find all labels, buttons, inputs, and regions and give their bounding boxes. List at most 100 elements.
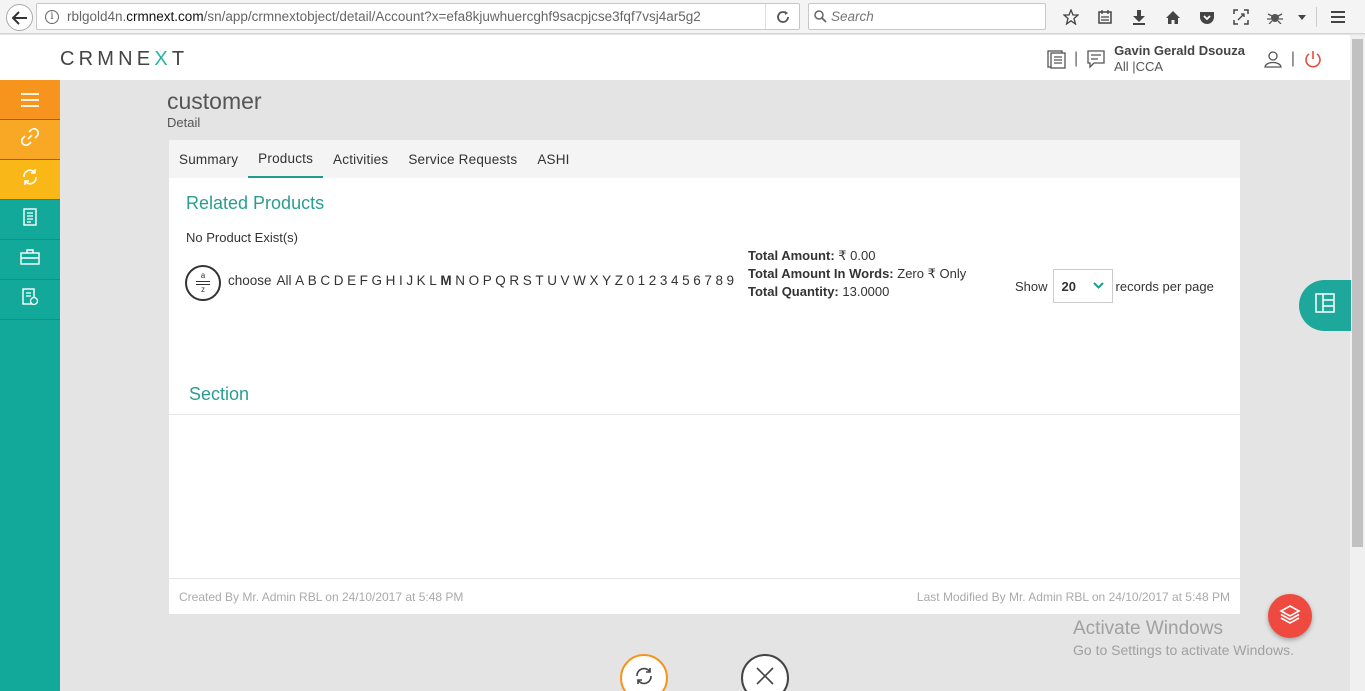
- tab-products[interactable]: Products: [248, 140, 324, 178]
- alphabet-letter-6[interactable]: 6: [693, 273, 701, 288]
- url-text[interactable]: rblgold4n.crmnext.com/sn/app/crmnextobje…: [67, 9, 765, 24]
- alphabet-letter-k[interactable]: K: [417, 273, 426, 288]
- alphabet-letter-8[interactable]: 8: [715, 273, 723, 288]
- alphabet-letter-0[interactable]: 0: [627, 273, 635, 288]
- alphabet-letter-c[interactable]: C: [320, 273, 330, 288]
- alphabet-letter-v[interactable]: V: [561, 273, 570, 288]
- alphabet-letter-x[interactable]: X: [590, 273, 599, 288]
- alphabet-letter-p[interactable]: P: [483, 273, 492, 288]
- alphabet-letter-e[interactable]: E: [347, 273, 356, 288]
- alphabet-letter-b[interactable]: B: [308, 273, 317, 288]
- alphabet-letter-m[interactable]: M: [440, 273, 451, 288]
- sidebar-menu-button[interactable]: [0, 80, 60, 120]
- alphabet-letter-q[interactable]: Q: [495, 273, 506, 288]
- url-bar[interactable]: i rblgold4n.crmnext.com/sn/app/crmnextob…: [36, 3, 800, 30]
- alphabet-letter-f[interactable]: F: [360, 273, 368, 288]
- modified-by: Last Modified By Mr. Admin RBL on 24/10/…: [916, 589, 1230, 604]
- pagination-size: Show 20 records per page: [1015, 269, 1214, 303]
- pocket-icon[interactable]: [1190, 4, 1224, 30]
- hamburger-menu-icon[interactable]: [1321, 4, 1355, 30]
- user-info[interactable]: Gavin Gerald Dsouza All |CCA: [1114, 43, 1245, 75]
- alphabet-letter-o[interactable]: O: [469, 273, 480, 288]
- crmnext-logo[interactable]: CRMNEXT: [60, 48, 188, 71]
- chevron-down-icon[interactable]: [1292, 4, 1312, 30]
- alphabet-letter-d[interactable]: D: [334, 273, 344, 288]
- alphabet-filter: choose All A B C D E F G H I J K L M N O P Q R S T U V W X Y Z 0 1 2 3…: [228, 273, 738, 288]
- page-title: customer: [167, 88, 262, 114]
- alphabet-letter-w[interactable]: W: [573, 273, 586, 288]
- search-icon: [809, 10, 831, 23]
- alphabet-letter-j[interactable]: J: [406, 273, 413, 288]
- extension-bug-icon[interactable]: [1258, 4, 1292, 30]
- scrollbar-thumb[interactable]: [1352, 39, 1363, 547]
- alphabet-letter-h[interactable]: H: [386, 273, 396, 288]
- alphabet-letter-y[interactable]: Y: [602, 273, 611, 288]
- alphabet-letter-i[interactable]: I: [399, 273, 403, 288]
- sidebar-item-links[interactable]: [0, 120, 60, 160]
- total-amount-words: Total Amount In Words: Zero ₹ Only: [748, 266, 967, 281]
- power-icon[interactable]: [1301, 47, 1325, 71]
- alphabet-letter-all[interactable]: All: [277, 273, 292, 288]
- alphabet-letter-4[interactable]: 4: [671, 273, 679, 288]
- briefcase-icon: [20, 249, 40, 270]
- alphabet-letter-1[interactable]: 1: [638, 273, 646, 288]
- alphabet-letter-s[interactable]: S: [523, 273, 532, 288]
- alphabet-letter-t[interactable]: T: [535, 273, 543, 288]
- records-per-page-value: 20: [1061, 278, 1076, 294]
- reading-list-icon[interactable]: [1088, 4, 1122, 30]
- alphabet-letter-u[interactable]: U: [547, 273, 557, 288]
- layout-panel-icon: [1315, 293, 1335, 318]
- close-button[interactable]: [741, 654, 789, 691]
- alphabet-letter-9[interactable]: 9: [727, 273, 735, 288]
- report-icon: [21, 288, 39, 311]
- records-per-page-select[interactable]: 20: [1052, 269, 1113, 303]
- alphabet-letter-7[interactable]: 7: [704, 273, 712, 288]
- tab-summary[interactable]: Summary: [169, 140, 248, 178]
- record-footer: Created By Mr. Admin RBL on 24/10/2017 a…: [169, 578, 1240, 614]
- screenshot-icon[interactable]: [1224, 4, 1258, 30]
- choose-label: choose: [228, 273, 272, 288]
- document-icon: [22, 208, 38, 231]
- total-amount: Total Amount: ₹ 0.00: [748, 248, 876, 263]
- alphabet-letter-l[interactable]: L: [429, 273, 437, 288]
- alphabet-letter-n[interactable]: N: [455, 273, 465, 288]
- notes-icon[interactable]: [1044, 47, 1068, 71]
- created-by: Created By Mr. Admin RBL on 24/10/2017 a…: [179, 589, 464, 604]
- info-icon[interactable]: i: [45, 9, 59, 24]
- sidebar-item-report[interactable]: [0, 280, 60, 320]
- tab-service-requests[interactable]: Service Requests: [398, 140, 527, 178]
- alphabet-letter-2[interactable]: 2: [649, 273, 657, 288]
- browser-search[interactable]: [808, 3, 1046, 30]
- refresh-button[interactable]: [620, 654, 668, 691]
- alphabet-letter-a[interactable]: A: [295, 273, 304, 288]
- windows-activation-watermark: Activate Windows Go to Settings to activ…: [1073, 618, 1294, 658]
- search-input[interactable]: [831, 9, 1031, 24]
- sidebar: [0, 80, 60, 691]
- user-name: Gavin Gerald Dsouza: [1114, 43, 1245, 58]
- user-profile-icon[interactable]: [1261, 47, 1285, 71]
- chat-icon[interactable]: [1084, 47, 1108, 71]
- home-icon[interactable]: [1156, 4, 1190, 30]
- reload-icon[interactable]: [765, 4, 799, 29]
- sidebar-item-documents[interactable]: [0, 200, 60, 240]
- tab-activities[interactable]: Activities: [323, 140, 398, 178]
- sidebar-item-briefcase[interactable]: [0, 240, 60, 280]
- download-icon[interactable]: [1122, 4, 1156, 30]
- vertical-scrollbar[interactable]: [1350, 35, 1365, 691]
- alphabet-letter-g[interactable]: G: [372, 273, 383, 288]
- layout-toggle-button[interactable]: [1299, 280, 1351, 331]
- close-icon: [754, 665, 776, 691]
- sort-az-icon[interactable]: az: [185, 265, 221, 301]
- tab-ashi[interactable]: ASHI: [527, 140, 579, 178]
- back-arrow-icon[interactable]: [6, 4, 33, 31]
- alphabet-letter-z[interactable]: Z: [615, 273, 623, 288]
- alphabet-letter-3[interactable]: 3: [660, 273, 668, 288]
- bookmark-star-icon[interactable]: [1054, 4, 1088, 30]
- alphabet-letter-5[interactable]: 5: [682, 273, 690, 288]
- alphabet-letter-r[interactable]: R: [509, 273, 519, 288]
- layers-fab[interactable]: [1268, 594, 1312, 638]
- chevron-down-icon: [1092, 280, 1104, 292]
- empty-message: No Product Exist(s): [186, 230, 298, 245]
- sidebar-item-sync[interactable]: [0, 160, 60, 200]
- total-quantity: Total Quantity: 13.0000: [748, 284, 890, 299]
